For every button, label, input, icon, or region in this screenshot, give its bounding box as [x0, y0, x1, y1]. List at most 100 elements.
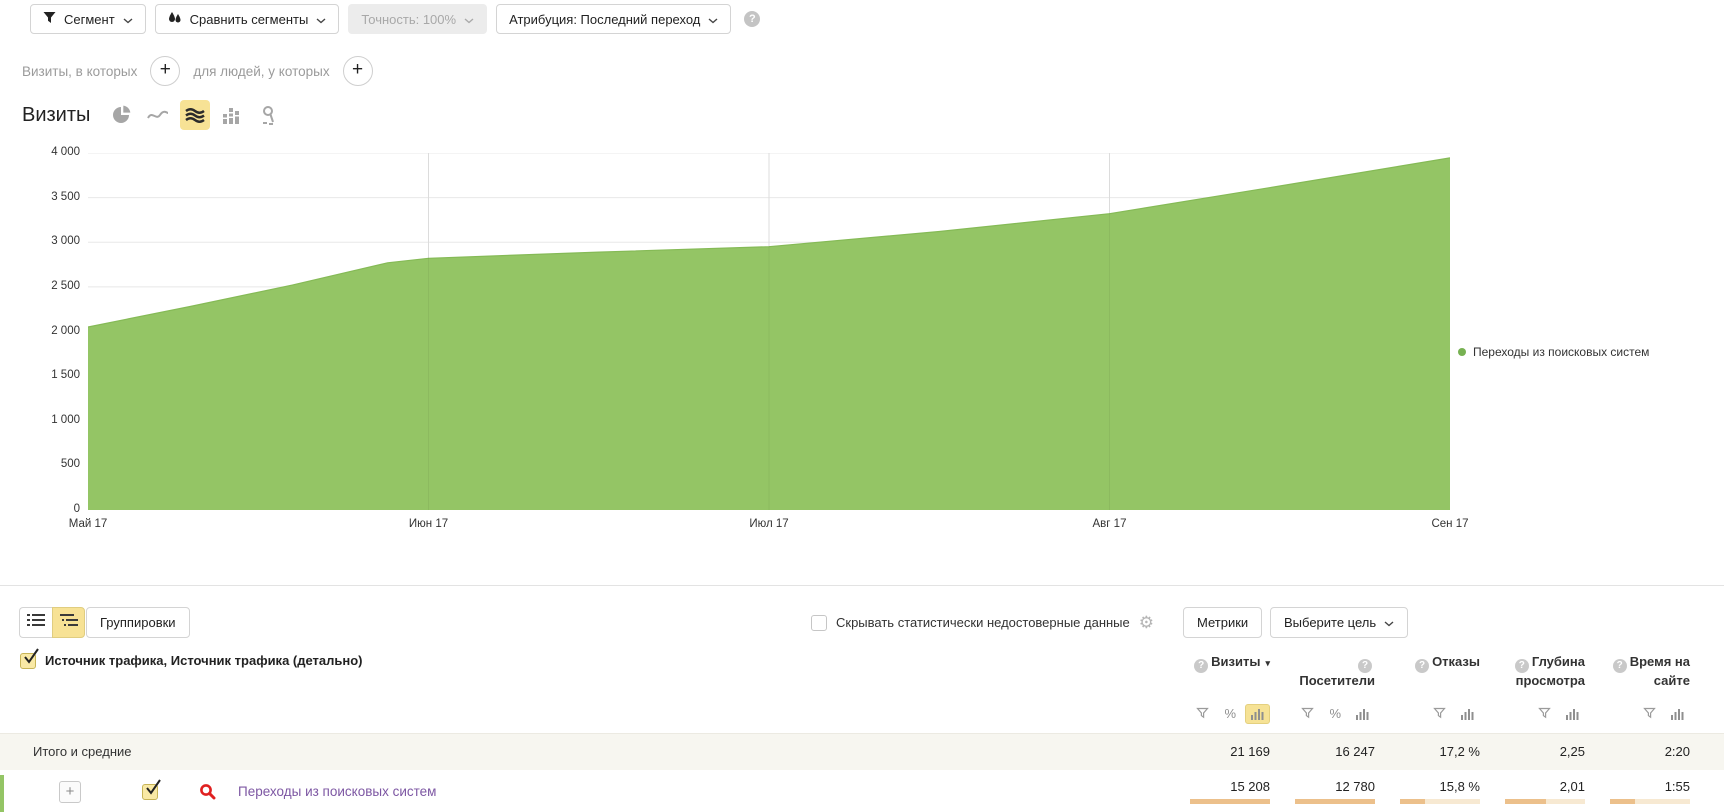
search-engine-icon [199, 783, 216, 805]
metric-column: ?Глубина просмотра [1494, 648, 1599, 724]
metric-columns: ?Визиты▾%?Посетители%?Отказы?Глубина про… [1179, 648, 1704, 724]
chart-header: Визиты [22, 100, 284, 130]
metrics-button[interactable]: Метрики [1183, 607, 1262, 638]
bars-filter-icon[interactable] [1350, 704, 1375, 724]
segment-button-label: Сегмент [64, 12, 115, 27]
row-metric-value: 12 780 [1284, 778, 1375, 796]
list-icon [27, 613, 45, 632]
chevron-down-icon [316, 12, 326, 27]
metric-column-label: Визиты [1211, 654, 1260, 669]
add-visit-condition-button[interactable]: + [150, 56, 180, 86]
metric-column-header[interactable]: ?Время на сайте [1599, 654, 1690, 689]
totals-values: 21 16916 24717,2 %2,252:20 [1179, 734, 1704, 770]
metric-column-label: Посетители [1299, 673, 1375, 688]
y-axis-tick: 0 [0, 503, 80, 515]
metric-column: ?Визиты▾% [1179, 648, 1284, 724]
accuracy-label: Точность: 100% [361, 12, 456, 27]
metric-column-header[interactable]: ?Глубина просмотра [1494, 654, 1585, 689]
hide-unreliable-checkbox[interactable] [811, 615, 827, 631]
row-metric-value: 2,01 [1494, 778, 1585, 796]
metric-column: ?Время на сайте [1599, 648, 1704, 724]
metric-column-label: Время на сайте [1630, 654, 1690, 688]
groupings-label: Группировки [100, 615, 176, 630]
section-divider [0, 585, 1724, 586]
grouping-header: Источник трафика, Источник трафика (дета… [20, 653, 363, 669]
row-metric-value: 15,8 % [1389, 778, 1480, 796]
bars-filter-icon[interactable] [1665, 704, 1690, 724]
line-chart-icon[interactable] [143, 100, 173, 130]
row-metric-value: 15 208 [1179, 778, 1270, 796]
value-bar [1610, 799, 1690, 804]
pie-chart-icon[interactable] [106, 100, 136, 130]
metric-column-header[interactable]: ?Отказы [1389, 654, 1480, 673]
column-filter-icons [1599, 703, 1690, 724]
value-bar [1400, 799, 1480, 804]
accuracy-button[interactable]: Точность: 100% [348, 4, 487, 34]
row-metric-cell: 15 208 [1179, 778, 1284, 804]
help-icon[interactable]: ? [1415, 659, 1429, 673]
percent-filter-icon[interactable]: % [1323, 704, 1347, 724]
grouping-label: Источник трафика, Источник трафика (дета… [45, 653, 363, 668]
x-axis-tick: Авг 17 [1093, 518, 1127, 530]
expand-row-button[interactable]: + [59, 781, 81, 803]
column-chart-icon[interactable] [217, 100, 247, 130]
help-icon[interactable]: ? [1515, 659, 1529, 673]
value-bar [1295, 799, 1375, 804]
metric-column-header[interactable]: ?Визиты▾ [1179, 654, 1270, 673]
funnel-filter-icon[interactable] [1427, 703, 1452, 724]
help-icon[interactable]: ? [744, 11, 760, 27]
chart-legend[interactable]: Переходы из поисковых систем [1458, 345, 1649, 359]
tree-view-button[interactable] [52, 607, 85, 638]
totals-label: Итого и средние [33, 734, 131, 770]
legend-dot-icon [1458, 348, 1466, 356]
plot-area[interactable] [88, 153, 1450, 510]
select-goal-button[interactable]: Выберите цель [1270, 607, 1408, 638]
attribution-button[interactable]: Атрибуция: Последний переход [496, 4, 731, 34]
hide-unreliable-label: Скрывать статистически недостоверные дан… [836, 615, 1130, 630]
row-metric-cell: 2,01 [1494, 778, 1599, 804]
groupings-button[interactable]: Группировки [86, 607, 190, 638]
totals-value: 16 247 [1284, 734, 1389, 770]
hide-unreliable-group: Скрывать статистически недостоверные дан… [811, 614, 1154, 631]
help-icon[interactable]: ? [1358, 659, 1372, 673]
y-axis-tick: 1 500 [0, 369, 80, 381]
y-axis-tick: 1 000 [0, 414, 80, 426]
funnel-filter-icon[interactable] [1295, 703, 1320, 724]
compare-segments-button[interactable]: Сравнить сегменты [155, 4, 340, 34]
chevron-down-icon [1384, 615, 1394, 630]
segment-builder-row: Визиты, в которых + для людей, у которых… [22, 56, 373, 86]
percent-filter-icon[interactable]: % [1218, 704, 1242, 724]
totals-value: 2:20 [1599, 734, 1704, 770]
table-header: Источник трафика, Источник трафика (дета… [0, 648, 1724, 733]
row-metric-cell: 15,8 % [1389, 778, 1494, 804]
bars-filter-icon[interactable] [1455, 704, 1480, 724]
chart-type-switcher [106, 100, 284, 130]
segment-button[interactable]: Сегмент [30, 4, 146, 34]
grouping-checkbox[interactable] [20, 653, 36, 669]
table-row[interactable]: + Переходы из поисковых систем 15 208 12 … [0, 775, 1724, 812]
table-view-toggle [19, 607, 85, 638]
bars-filter-icon[interactable] [1560, 704, 1585, 724]
x-axis-tick: Сен 17 [1431, 518, 1468, 530]
list-view-button[interactable] [19, 607, 52, 638]
add-people-condition-button[interactable]: + [343, 56, 373, 86]
column-filter-icons [1494, 703, 1585, 724]
gear-icon[interactable]: ⚙ [1139, 614, 1154, 631]
help-icon[interactable]: ? [1613, 659, 1627, 673]
map-pin-icon[interactable] [254, 100, 284, 130]
legend-label: Переходы из поисковых систем [1473, 345, 1649, 359]
x-axis-tick: Май 17 [69, 518, 108, 530]
funnel-filter-icon[interactable] [1637, 703, 1662, 724]
funnel-filter-icon[interactable] [1190, 703, 1215, 724]
metric-column-header[interactable]: ?Посетители [1284, 654, 1375, 689]
chart-title: Визиты [22, 104, 90, 127]
x-axis-tick: Июл 17 [749, 518, 788, 530]
bars-filter-icon[interactable] [1245, 704, 1270, 724]
row-dimension-link[interactable]: Переходы из поисковых систем [238, 784, 436, 799]
totals-value: 17,2 % [1389, 734, 1494, 770]
funnel-filter-icon[interactable] [1532, 703, 1557, 724]
area-chart-icon[interactable] [180, 100, 210, 130]
filter-funnel-icon [43, 11, 56, 27]
row-checkbox[interactable] [142, 784, 158, 800]
help-icon[interactable]: ? [1194, 659, 1208, 673]
